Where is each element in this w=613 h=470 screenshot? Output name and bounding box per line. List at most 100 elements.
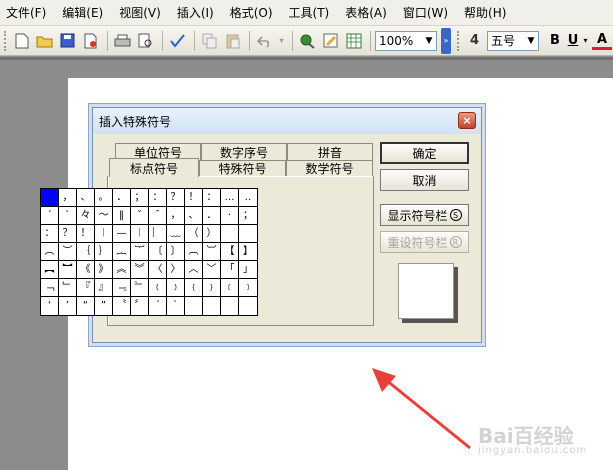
symbol-cell[interactable]: ˊ	[149, 297, 167, 315]
symbol-cell[interactable]: ︱	[95, 225, 113, 243]
symbol-cell[interactable]: 〔	[149, 243, 167, 261]
tab-math-symbols[interactable]: 数学符号	[286, 160, 373, 176]
permission-icon[interactable]	[80, 30, 101, 51]
symbol-cell[interactable]: ｛	[77, 243, 95, 261]
symbol-cell[interactable]: ，	[59, 189, 77, 207]
insert-excel-icon[interactable]	[343, 30, 364, 51]
symbol-cell[interactable]: ‖	[113, 207, 131, 225]
symbol-cell[interactable]: ˋ	[59, 207, 77, 225]
symbol-cell[interactable]: ︷	[113, 243, 131, 261]
undo-icon[interactable]	[254, 30, 275, 51]
symbol-cell[interactable]: 《	[77, 261, 95, 279]
symbol-cell[interactable]	[239, 297, 257, 315]
symbol-cell[interactable]: ；	[239, 207, 257, 225]
paste-icon[interactable]	[222, 30, 243, 51]
tab-special-symbols[interactable]: 特殊符号	[199, 160, 286, 176]
symbol-cell[interactable]: ﹛	[185, 279, 203, 297]
chevron-down-icon[interactable]: ▼	[422, 32, 436, 50]
menu-item[interactable]: 窗口(W)	[403, 4, 448, 21]
symbol-cell[interactable]: ︺	[203, 243, 221, 261]
symbol-cell[interactable]: ︵	[41, 243, 59, 261]
symbol-cell[interactable]: ︹	[185, 243, 203, 261]
undo-dropdown-icon[interactable]: ▾	[277, 30, 286, 51]
tables-borders-icon[interactable]	[320, 30, 341, 51]
symbol-cell[interactable]: ︶	[59, 243, 77, 261]
symbol-cell[interactable]: ·	[221, 207, 239, 225]
styles-formatting-icon[interactable]: 4	[464, 30, 485, 51]
close-icon[interactable]: ×	[458, 112, 476, 129]
symbol-cell[interactable]: ！	[185, 189, 203, 207]
symbol-cell[interactable]: ‥	[239, 189, 257, 207]
symbol-cell[interactable]: ´	[41, 207, 59, 225]
symbol-cell[interactable]: ﹜	[203, 279, 221, 297]
tab-number-symbols[interactable]: 数字序号	[201, 143, 287, 160]
font-size-combo[interactable]: 五号 ▼	[487, 30, 539, 51]
bold-button[interactable]: B	[545, 30, 565, 51]
symbol-cell[interactable]: 【	[221, 243, 239, 261]
underline-dropdown-icon[interactable]: ▾	[581, 30, 590, 51]
symbol-cell[interactable]: 〈	[149, 261, 167, 279]
copy-icon[interactable]	[199, 30, 220, 51]
cancel-button[interactable]: 取消	[380, 169, 469, 191]
toolbar-grip[interactable]	[457, 30, 460, 51]
symbol-cell[interactable]: 。	[95, 189, 113, 207]
symbol-cell[interactable]: ﹚	[167, 279, 185, 297]
symbol-cell[interactable]: ．	[113, 189, 131, 207]
symbol-cell[interactable]: ︾	[131, 261, 149, 279]
symbol-cell[interactable]: （	[185, 225, 203, 243]
symbol-cell[interactable]: ～	[95, 207, 113, 225]
print-preview-icon[interactable]	[135, 30, 156, 51]
symbol-cell[interactable]	[185, 297, 203, 315]
toolbar-grip[interactable]	[4, 30, 7, 51]
symbol-cell[interactable]: ﹁	[41, 279, 59, 297]
symbol-cell[interactable]: ）	[203, 225, 221, 243]
tab-punctuation[interactable]: 标点符号	[109, 158, 199, 177]
menu-item[interactable]: 插入(I)	[177, 4, 214, 21]
symbol-cell[interactable]	[221, 297, 239, 315]
symbol-cell[interactable]: 「	[221, 261, 239, 279]
symbol-cell-selected[interactable]	[41, 189, 59, 207]
symbol-cell[interactable]: ︴	[149, 225, 167, 243]
symbol-cell[interactable]: 』	[95, 279, 113, 297]
symbol-cell[interactable]: ﹝	[221, 279, 239, 297]
symbol-cell[interactable]: 『	[77, 279, 95, 297]
hyperlink-icon[interactable]	[297, 30, 318, 51]
menu-item[interactable]: 表格(A)	[345, 4, 387, 21]
symbol-cell[interactable]: —	[113, 225, 131, 243]
save-icon[interactable]	[57, 30, 78, 51]
symbol-cell[interactable]: ”	[95, 297, 113, 315]
font-color-button[interactable]: A	[592, 32, 612, 50]
open-folder-icon[interactable]	[34, 30, 55, 51]
symbol-cell[interactable]: 〉	[167, 261, 185, 279]
symbol-cell[interactable]: ˇ	[131, 207, 149, 225]
tab-pinyin[interactable]: 拼音	[287, 143, 373, 160]
menu-item[interactable]: 帮助(H)	[464, 4, 506, 21]
symbol-cell[interactable]	[221, 225, 239, 243]
symbol-cell[interactable]: ｝	[95, 243, 113, 261]
symbol-cell[interactable]: ：	[203, 189, 221, 207]
symbol-cell[interactable]: ？	[59, 225, 77, 243]
symbol-cell[interactable]: 〞	[131, 297, 149, 315]
zoom-combo[interactable]: 100% ▼	[375, 30, 437, 51]
chevron-down-icon[interactable]: ▼	[524, 32, 538, 50]
symbol-cell[interactable]: “	[77, 297, 95, 315]
symbol-cell[interactable]: ︻	[41, 261, 59, 279]
symbol-cell[interactable]: ︸	[131, 243, 149, 261]
symbol-cell[interactable]: ：	[149, 189, 167, 207]
symbol-cell[interactable]: ︱	[131, 225, 149, 243]
print-icon[interactable]	[112, 30, 133, 51]
symbol-cell[interactable]: 〝	[113, 297, 131, 315]
menu-item[interactable]: 编辑(E)	[62, 4, 103, 21]
dialog-title-bar[interactable]: 插入特殊符号 ×	[93, 108, 481, 134]
menu-item[interactable]: 格式(O)	[230, 4, 273, 21]
ok-button[interactable]: 确定	[380, 142, 469, 164]
symbol-cell[interactable]: ﹞	[239, 279, 257, 297]
symbol-cell[interactable]: ︼	[59, 261, 77, 279]
symbol-cell[interactable]: 〕	[167, 243, 185, 261]
symbol-cell[interactable]: ︿	[185, 261, 203, 279]
symbol-cell[interactable]: 》	[95, 261, 113, 279]
symbol-cell[interactable]: 、	[77, 189, 95, 207]
toolbar-options-icon[interactable]: »	[441, 27, 451, 54]
symbol-cell[interactable]: …	[221, 189, 239, 207]
symbol-cell[interactable]: ？	[167, 189, 185, 207]
